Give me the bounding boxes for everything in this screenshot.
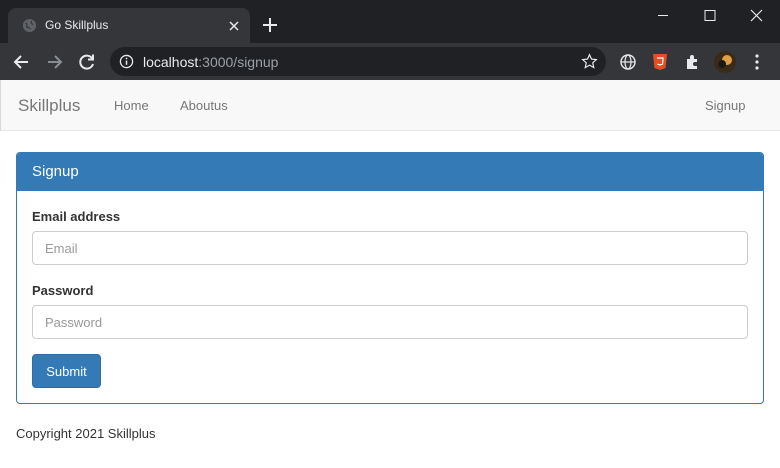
minimize-icon[interactable] [640,0,686,31]
nav-link-signup[interactable]: Signup [705,98,745,113]
navbar-brand[interactable]: Skillplus [18,96,80,116]
footer-copyright: Copyright 2021 Skillplus [16,426,156,441]
email-label: Email address [32,209,121,224]
maximize-icon[interactable] [687,0,733,31]
address-bar[interactable]: localhost:3000/signup [110,47,606,76]
nav-link-aboutus[interactable]: Aboutus [180,98,228,113]
url-text: localhost:3000/signup [143,54,278,70]
panel-heading: Signup [17,153,763,191]
globe-icon [22,18,37,33]
forward-arrow-icon[interactable] [44,52,64,72]
reload-icon[interactable] [77,52,97,72]
back-arrow-icon[interactable] [12,52,32,72]
html5-extension-icon[interactable] [650,52,670,72]
url-host: localhost [143,54,199,70]
window-close-icon[interactable] [733,0,779,31]
close-icon[interactable] [226,18,242,34]
bookmark-star-icon[interactable] [581,53,598,70]
more-menu-icon[interactable] [747,52,767,72]
info-icon[interactable] [119,54,134,69]
page-content: Skillplus Home Aboutus Signup Signup Ema… [0,80,780,468]
email-field[interactable] [32,231,748,265]
password-field[interactable] [32,305,748,339]
profile-avatar-icon[interactable] [714,51,736,73]
submit-button[interactable]: Submit [32,354,101,388]
signup-panel: Signup Email address Password Submit [16,152,764,404]
globe-extension-icon[interactable] [618,52,638,72]
browser-tab[interactable]: Go Skillplus [8,8,250,43]
puzzle-extensions-icon[interactable] [683,52,703,72]
panel-title: Signup [32,163,79,180]
tab-title: Go Skillplus [45,18,109,32]
browser-titlebar: Go Skillplus [0,0,780,43]
new-tab-icon[interactable] [260,15,280,35]
browser-toolbar: localhost:3000/signup [0,43,780,80]
password-label: Password [32,283,94,298]
site-navbar: Skillplus Home Aboutus Signup [0,80,780,131]
url-path: :3000/signup [198,54,279,70]
nav-link-home[interactable]: Home [114,98,149,113]
